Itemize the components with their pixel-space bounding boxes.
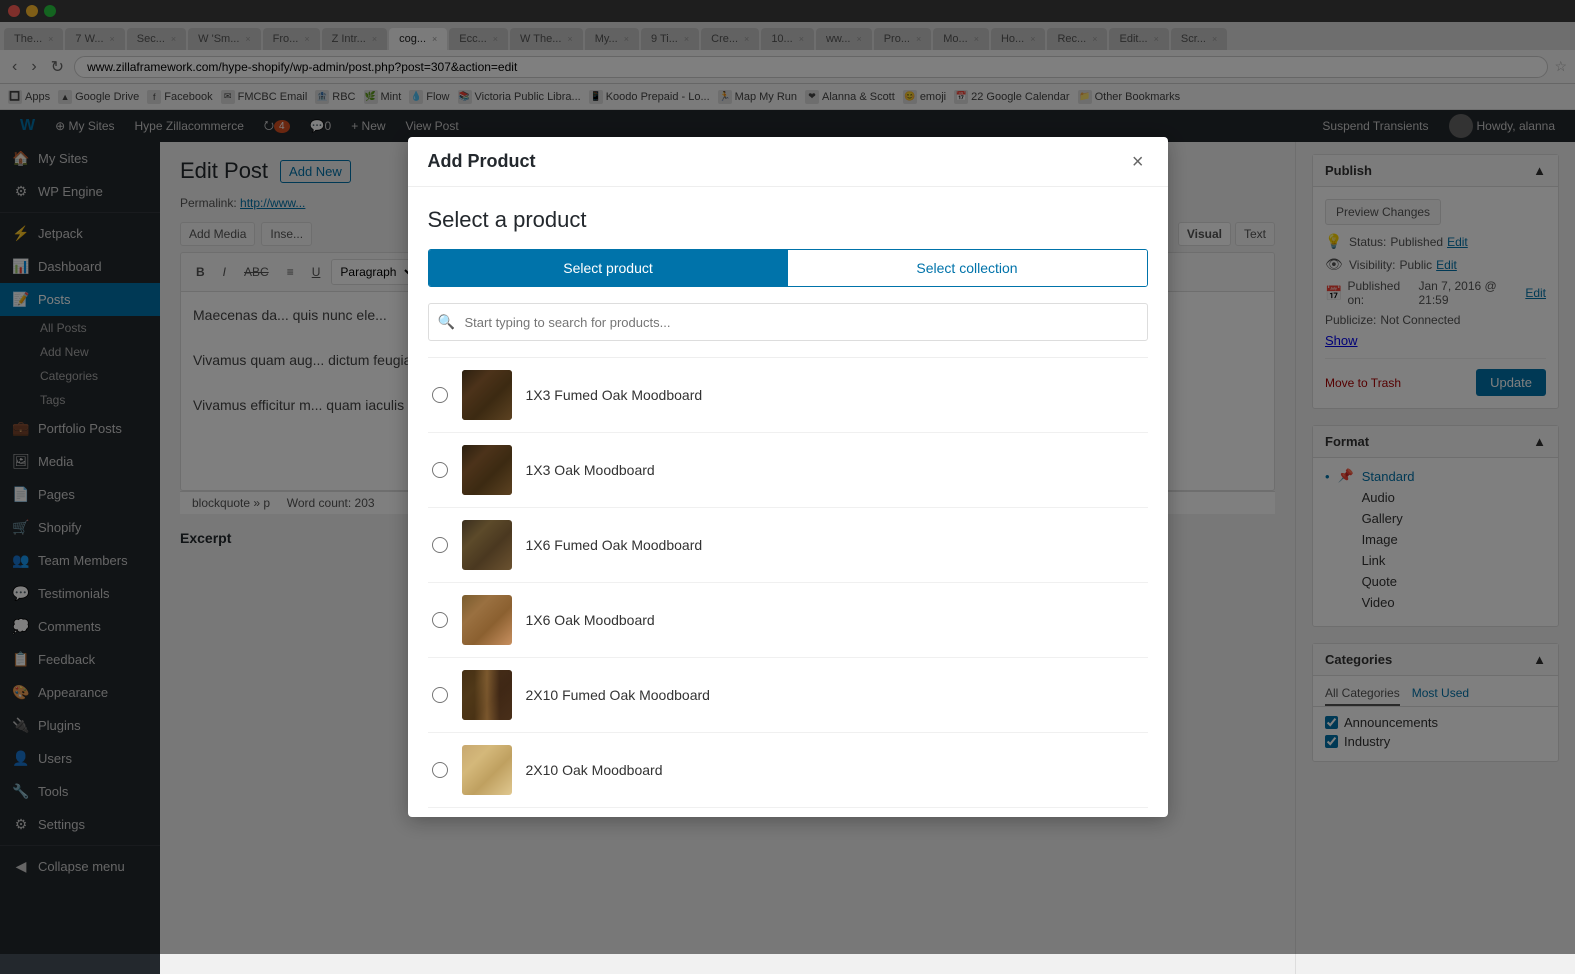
product-radio-5[interactable] (432, 762, 448, 778)
product-thumbnail-4 (462, 670, 512, 720)
product-item[interactable]: 1X6 Fumed Oak Moodboard (428, 508, 1148, 583)
product-list: 1X3 Fumed Oak Moodboard 1X3 Oak Moodboar… (428, 357, 1148, 817)
product-thumbnail-5 (462, 745, 512, 795)
product-item[interactable]: 1X6 Oak Moodboard (428, 583, 1148, 658)
product-thumbnail-2 (462, 520, 512, 570)
product-radio-1[interactable] (432, 462, 448, 478)
product-radio-2[interactable] (432, 537, 448, 553)
product-name-5: 2X10 Oak Moodboard (526, 762, 663, 778)
modal-tabs: Select product Select collection (428, 249, 1148, 287)
product-radio-3[interactable] (432, 612, 448, 628)
product-thumbnail-0 (462, 370, 512, 420)
product-item[interactable]: 2X6 Fumed Oak Moodboard (428, 808, 1148, 817)
modal-select-title: Select a product (428, 207, 1148, 233)
search-icon: 🔍 (438, 314, 455, 331)
product-name-3: 1X6 Oak Moodboard (526, 612, 655, 628)
select-product-tab[interactable]: Select product (429, 250, 788, 286)
product-name-2: 1X6 Fumed Oak Moodboard (526, 537, 703, 553)
product-item[interactable]: 2X10 Oak Moodboard (428, 733, 1148, 808)
product-thumbnail-3 (462, 595, 512, 645)
modal-header: Add Product × (408, 137, 1168, 187)
add-product-modal: Add Product × Select a product Select pr… (408, 137, 1168, 817)
product-item[interactable]: 1X3 Fumed Oak Moodboard (428, 358, 1148, 433)
product-radio-4[interactable] (432, 687, 448, 703)
select-collection-tab[interactable]: Select collection (788, 250, 1147, 286)
product-item[interactable]: 2X10 Fumed Oak Moodboard (428, 658, 1148, 733)
product-name-0: 1X3 Fumed Oak Moodboard (526, 387, 703, 403)
product-radio-0[interactable] (432, 387, 448, 403)
product-name-1: 1X3 Oak Moodboard (526, 462, 655, 478)
product-search-input[interactable] (428, 303, 1148, 341)
product-search-wrapper: 🔍 (428, 303, 1148, 341)
product-item[interactable]: 1X3 Oak Moodboard (428, 433, 1148, 508)
product-name-4: 2X10 Fumed Oak Moodboard (526, 687, 710, 703)
modal-close-button[interactable]: × (1128, 152, 1148, 172)
modal-title: Add Product (428, 151, 536, 172)
modal-body: Select a product Select product Select c… (408, 187, 1168, 817)
modal-overlay[interactable]: Add Product × Select a product Select pr… (0, 0, 1575, 954)
product-thumbnail-1 (462, 445, 512, 495)
